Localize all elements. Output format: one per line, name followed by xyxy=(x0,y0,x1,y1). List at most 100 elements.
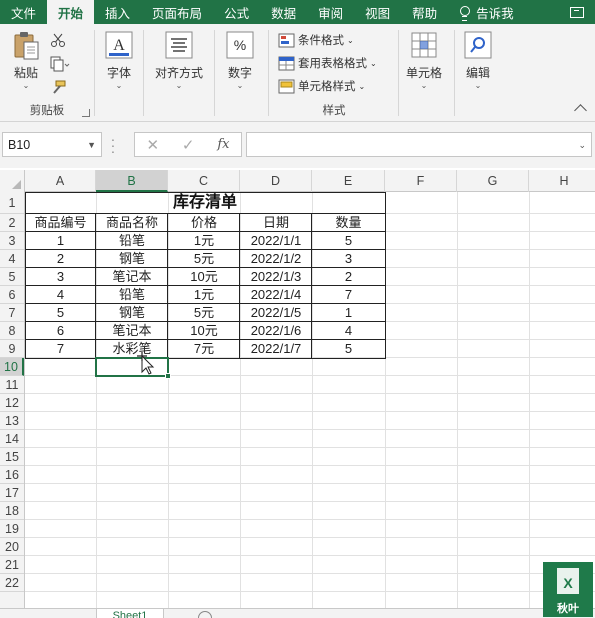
tab-help[interactable]: 帮助 xyxy=(401,0,448,24)
tab-insert[interactable]: 插入 xyxy=(94,0,141,24)
row-header-2[interactable]: 2 xyxy=(0,214,24,232)
collapse-ribbon-icon[interactable] xyxy=(574,104,587,117)
table-cell[interactable]: 3 xyxy=(25,268,96,286)
table-cell[interactable]: 7 xyxy=(25,340,96,358)
table-header-cell[interactable]: 商品编号 xyxy=(25,214,96,232)
row-header-6[interactable]: 6 xyxy=(0,286,24,304)
row-header-20[interactable]: 20 xyxy=(0,538,24,556)
row-header-16[interactable]: 16 xyxy=(0,466,24,484)
row-header-11[interactable]: 11 xyxy=(0,376,24,394)
table-cell[interactable]: 10元 xyxy=(168,322,240,340)
table-cell[interactable]: 1元 xyxy=(168,286,240,304)
table-cell[interactable]: 5元 xyxy=(168,304,240,322)
table-header-cell[interactable]: 商品名称 xyxy=(96,214,168,232)
table-cell[interactable]: 4 xyxy=(25,286,96,304)
table-header-cell[interactable]: 日期 xyxy=(240,214,312,232)
table-cell[interactable]: 铅笔 xyxy=(96,232,168,250)
row-header-4[interactable]: 4 xyxy=(0,250,24,268)
select-all-button[interactable] xyxy=(0,170,25,192)
insert-function-icon[interactable]: fx xyxy=(217,137,229,152)
table-cell[interactable]: 2 xyxy=(312,268,385,286)
table-cell[interactable]: 10元 xyxy=(168,268,240,286)
column-header-e[interactable]: E xyxy=(312,170,385,192)
formula-input[interactable]: ⌄ xyxy=(246,132,592,157)
cancel-icon[interactable]: ✕ xyxy=(146,136,159,154)
worksheet-grid[interactable]: ABCDEFGH 1 2 3 4 5 6 7 8 9 10 11 12 13 14 15 16 17 18 19 20… xyxy=(0,168,595,608)
table-cell[interactable]: 1 xyxy=(25,232,96,250)
tab-view[interactable]: 视图 xyxy=(354,0,401,24)
row-header-19[interactable]: 19 xyxy=(0,520,24,538)
table-cell[interactable]: 2022/1/7 xyxy=(240,340,312,358)
table-cell[interactable]: 2022/1/6 xyxy=(240,322,312,340)
copy-button[interactable] xyxy=(50,56,73,72)
table-cell[interactable]: 1元 xyxy=(168,232,240,250)
row-header-15[interactable]: 15 xyxy=(0,448,24,466)
row-header-3[interactable]: 3 xyxy=(0,232,24,250)
table-header-cell[interactable]: 价格 xyxy=(168,214,240,232)
expand-formula-icon[interactable]: ⌄ xyxy=(578,140,586,151)
add-sheet-icon[interactable] xyxy=(198,611,212,618)
row-header-10[interactable]: 10 xyxy=(0,358,24,376)
column-header-g[interactable]: G xyxy=(457,170,529,192)
conditional-format-button[interactable]: 条件格式 ⌄ xyxy=(278,32,354,48)
table-cell[interactable]: 钢笔 xyxy=(96,304,168,322)
table-cell[interactable]: 7元 xyxy=(168,340,240,358)
row-header-14[interactable]: 14 xyxy=(0,430,24,448)
font-button[interactable]: A 字体 ⌄ xyxy=(100,30,138,91)
tab-file[interactable]: 文件 xyxy=(0,0,47,24)
editing-button[interactable]: 编辑 ⌄ xyxy=(460,30,496,91)
table-cell[interactable]: 笔记本 xyxy=(96,322,168,340)
tab-review[interactable]: 审阅 xyxy=(307,0,354,24)
column-header-a[interactable]: A xyxy=(25,170,96,192)
enter-icon[interactable]: ✓ xyxy=(182,136,195,154)
number-button[interactable]: % 数字 ⌄ xyxy=(222,30,258,91)
tab-formulas[interactable]: 公式 xyxy=(213,0,260,24)
column-header-f[interactable]: F xyxy=(385,170,457,192)
table-cell[interactable]: 2022/1/2 xyxy=(240,250,312,268)
column-header-c[interactable]: C xyxy=(168,170,240,192)
table-cell[interactable]: 5 xyxy=(312,232,385,250)
name-box[interactable]: B10 ▼ xyxy=(2,132,102,157)
ribbon-display-options-button[interactable] xyxy=(559,0,595,24)
format-painter-button[interactable] xyxy=(50,80,69,96)
table-cell[interactable]: 7 xyxy=(312,286,385,304)
cut-button[interactable] xyxy=(50,32,69,48)
table-cell[interactable]: 5 xyxy=(312,340,385,358)
tab-tell-me[interactable]: 告诉我 xyxy=(448,0,525,24)
row-header-22[interactable]: 22 xyxy=(0,574,24,592)
format-as-table-button[interactable]: 套用表格格式 ⌄ xyxy=(278,55,377,71)
column-header-b[interactable]: B xyxy=(96,170,168,192)
table-cell[interactable]: 笔记本 xyxy=(96,268,168,286)
table-cell[interactable]: 4 xyxy=(312,322,385,340)
table-cell[interactable]: 2 xyxy=(25,250,96,268)
table-cell[interactable]: 2022/1/1 xyxy=(240,232,312,250)
column-header-d[interactable]: D xyxy=(240,170,312,192)
table-cell[interactable]: 钢笔 xyxy=(96,250,168,268)
row-header-7[interactable]: 7 xyxy=(0,304,24,322)
table-cell[interactable]: 3 xyxy=(312,250,385,268)
tab-home[interactable]: 开始 xyxy=(47,0,95,24)
cells-button[interactable]: 单元格 ⌄ xyxy=(402,30,446,91)
tab-page-layout[interactable]: 页面布局 xyxy=(141,0,213,24)
row-header-9[interactable]: 9 xyxy=(0,340,24,358)
fill-handle[interactable] xyxy=(165,373,171,379)
row-header-8[interactable]: 8 xyxy=(0,322,24,340)
table-cell[interactable]: 2022/1/3 xyxy=(240,268,312,286)
row-header-13[interactable]: 13 xyxy=(0,412,24,430)
alignment-button[interactable]: 对齐方式 ⌄ xyxy=(150,30,208,91)
row-header-5[interactable]: 5 xyxy=(0,268,24,286)
row-header-1[interactable]: 1 xyxy=(0,192,24,214)
clipboard-dialog-launcher[interactable] xyxy=(82,109,90,117)
paste-button[interactable]: 粘贴 ⌄ xyxy=(6,30,46,91)
row-header-18[interactable]: 18 xyxy=(0,502,24,520)
row-header-21[interactable]: 21 xyxy=(0,556,24,574)
cell-area[interactable]: 库存清单 商品编号 商品名称 价格 日期 数量 1 铅笔 1元 2022/1/1 5 2 钢笔 5元 20… xyxy=(25,192,595,608)
row-header-17[interactable]: 17 xyxy=(0,484,24,502)
table-cell[interactable]: 1 xyxy=(312,304,385,322)
table-cell[interactable]: 铅笔 xyxy=(96,286,168,304)
tab-data[interactable]: 数据 xyxy=(260,0,307,24)
cell-styles-button[interactable]: 单元格样式 ⌄ xyxy=(278,78,365,94)
sheet-tab[interactable]: Sheet1 xyxy=(96,609,164,618)
table-header-cell[interactable]: 数量 xyxy=(312,214,385,232)
table-cell[interactable]: 5元 xyxy=(168,250,240,268)
